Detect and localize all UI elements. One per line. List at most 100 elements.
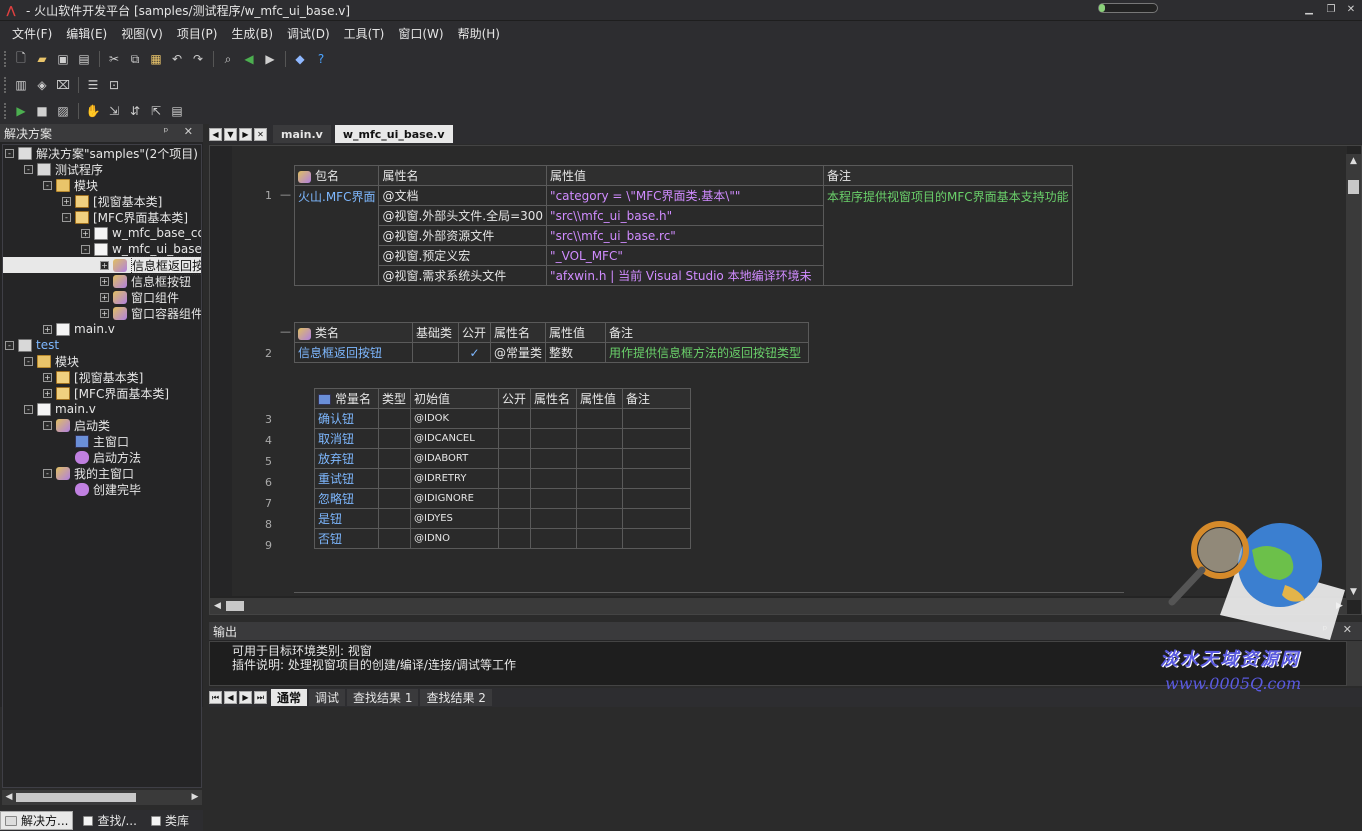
run-icon[interactable]: ▶ bbox=[11, 101, 31, 121]
class-table[interactable]: 类名 基础类 公开 属性名 属性值 备注 信息框返回按钮 ✓ @常量类 整数 用… bbox=[294, 322, 810, 363]
collapse-icon[interactable]: - bbox=[43, 420, 52, 430]
tab-scroll-left-icon[interactable]: ◀ bbox=[209, 127, 222, 141]
list-icon[interactable]: ☰ bbox=[83, 75, 103, 95]
step-out-icon[interactable]: ⇱ bbox=[146, 101, 166, 121]
expand-icon[interactable]: + bbox=[43, 388, 52, 398]
clean-icon[interactable]: ⌧ bbox=[53, 75, 73, 95]
expand-icon[interactable]: + bbox=[100, 276, 109, 286]
tree-hscrollbar[interactable]: ◀ ▶ bbox=[2, 790, 202, 805]
cut-icon[interactable]: ✂ bbox=[104, 49, 124, 69]
tab-last-icon[interactable]: ⏭ bbox=[254, 691, 267, 704]
menu-view[interactable]: 视图(V) bbox=[121, 25, 163, 42]
tree-node[interactable]: - test bbox=[3, 337, 201, 353]
tree-node[interactable]: 创建完毕 bbox=[3, 481, 201, 497]
book-icon[interactable]: ◆ bbox=[290, 49, 310, 69]
tree-node[interactable]: - main.v bbox=[3, 401, 201, 417]
tab-list-icon[interactable]: ▼ bbox=[224, 127, 237, 141]
panel-controls[interactable]: ᵖ ✕ bbox=[164, 125, 199, 138]
hand-icon[interactable]: ✋ bbox=[83, 101, 103, 121]
rebuild-icon[interactable]: ◈ bbox=[32, 75, 52, 95]
tree-node[interactable]: - 模块 bbox=[3, 353, 201, 369]
menu-edit[interactable]: 编辑(E) bbox=[66, 25, 107, 42]
step-into-icon[interactable]: ⇲ bbox=[104, 101, 124, 121]
tree-node[interactable]: - [MFC界面基本类] bbox=[3, 209, 201, 225]
minimize-button[interactable]: ▁ bbox=[1300, 3, 1318, 17]
tab-find-results-2[interactable]: 查找结果 2 bbox=[420, 689, 492, 706]
expand-icon[interactable]: + bbox=[43, 324, 52, 334]
public-checkbox[interactable]: ✓ bbox=[458, 342, 491, 363]
tree-node[interactable]: - 解决方案"samples"(2个项目) bbox=[3, 145, 201, 161]
tab-main-v[interactable]: main.v bbox=[273, 125, 331, 143]
expand-icon[interactable]: + bbox=[100, 292, 109, 302]
menu-debug[interactable]: 调试(D) bbox=[287, 25, 330, 42]
debug-window-icon[interactable]: ▨ bbox=[53, 101, 73, 121]
tab-solution[interactable]: 解决方... bbox=[0, 811, 74, 830]
expand-icon[interactable]: + bbox=[81, 228, 90, 238]
maximize-button[interactable]: ❐ bbox=[1322, 3, 1340, 17]
tab-w-mfc-ui-base[interactable]: w_mfc_ui_base.v bbox=[334, 125, 453, 143]
open-folder-icon[interactable]: ▰ bbox=[32, 49, 52, 69]
help-icon[interactable]: ? bbox=[311, 49, 331, 69]
collapse-icon[interactable]: - bbox=[5, 340, 14, 350]
menu-project[interactable]: 项目(P) bbox=[177, 25, 218, 42]
expand-icon[interactable]: + bbox=[100, 308, 109, 318]
step-over-icon[interactable]: ⇵ bbox=[125, 101, 145, 121]
collapse-icon[interactable]: - bbox=[43, 180, 52, 190]
tree-node[interactable]: + 窗口容器组件 bbox=[3, 305, 201, 321]
tab-scroll-right-icon[interactable]: ▶ bbox=[239, 127, 252, 141]
inspect-icon[interactable]: ⊡ bbox=[104, 75, 124, 95]
breakpoint-icon[interactable]: ▤ bbox=[167, 101, 187, 121]
close-tab-icon[interactable]: ✕ bbox=[254, 127, 267, 141]
tab-general[interactable]: 通常 bbox=[271, 689, 308, 706]
menu-window[interactable]: 窗口(W) bbox=[398, 25, 443, 42]
tab-find[interactable]: 查找/... bbox=[79, 811, 141, 830]
collapse-icon[interactable]: - bbox=[5, 148, 14, 158]
menu-file[interactable]: 文件(F) bbox=[12, 25, 52, 42]
collapse-icon[interactable]: - bbox=[81, 244, 90, 254]
menu-help[interactable]: 帮助(H) bbox=[458, 25, 500, 42]
collapse-icon[interactable]: - bbox=[24, 404, 33, 414]
tree-node[interactable]: 主窗口 bbox=[3, 433, 201, 449]
tree-node[interactable]: - 模块 bbox=[3, 177, 201, 193]
tree-node[interactable]: - 我的主窗口 bbox=[3, 465, 201, 481]
build-icon[interactable]: ▥ bbox=[11, 75, 31, 95]
tree-node[interactable]: + w_mfc_base_contro bbox=[3, 225, 201, 241]
collapse-icon[interactable]: - bbox=[24, 164, 33, 174]
tree-node[interactable]: +信息框返回按钮 bbox=[3, 255, 201, 275]
tree-node[interactable]: + 窗口组件 bbox=[3, 289, 201, 305]
paste-icon[interactable]: ▦ bbox=[146, 49, 166, 69]
undo-icon[interactable]: ↶ bbox=[167, 49, 187, 69]
tree-node[interactable]: + [视窗基本类] bbox=[3, 369, 201, 385]
collapse-icon[interactable]: - bbox=[43, 468, 52, 478]
tab-debug[interactable]: 调试 bbox=[309, 689, 346, 706]
new-file-icon[interactable]: 🗋 bbox=[11, 49, 31, 69]
expand-icon[interactable]: + bbox=[100, 260, 109, 270]
stop-icon[interactable]: ■ bbox=[32, 101, 52, 121]
expand-icon[interactable]: + bbox=[43, 372, 52, 382]
solution-tree[interactable]: - 解决方案"samples"(2个项目) - 测试程序 - 模块 + [视窗基本类] - [MF… bbox=[2, 144, 202, 788]
redo-icon[interactable]: ↷ bbox=[188, 49, 208, 69]
tree-node[interactable]: - 测试程序 bbox=[3, 161, 201, 177]
tree-node[interactable]: - 启动类 bbox=[3, 417, 201, 433]
tab-library[interactable]: 类库 bbox=[147, 811, 193, 830]
close-button[interactable]: ✕ bbox=[1342, 3, 1360, 17]
nav-forward-icon[interactable]: ▶ bbox=[260, 49, 280, 69]
constant-table[interactable]: 常量名 类型 初始值 公开 属性名 属性值 备注 确认钮 @IDOK 取消钮 @ID… bbox=[314, 388, 691, 549]
find-icon[interactable]: ⌕ bbox=[218, 49, 238, 69]
save-icon[interactable]: ▣ bbox=[53, 49, 73, 69]
save-all-icon[interactable]: ▤ bbox=[74, 49, 94, 69]
tree-node[interactable]: + [视窗基本类] bbox=[3, 193, 201, 209]
menu-tools[interactable]: 工具(T) bbox=[344, 25, 385, 42]
tab-prev-icon[interactable]: ◀ bbox=[224, 691, 237, 704]
collapse-icon[interactable]: - bbox=[62, 212, 71, 222]
tab-first-icon[interactable]: ⏮ bbox=[209, 691, 222, 704]
tab-find-results-1[interactable]: 查找结果 1 bbox=[347, 689, 419, 706]
menu-build[interactable]: 生成(B) bbox=[231, 25, 273, 42]
expand-icon[interactable]: + bbox=[62, 196, 71, 206]
tree-node[interactable]: + main.v bbox=[3, 321, 201, 337]
tree-node[interactable]: + [MFC界面基本类] bbox=[3, 385, 201, 401]
nav-back-icon[interactable]: ◀ bbox=[239, 49, 259, 69]
package-table[interactable]: 包名 属性名 属性值 备注 火山.MFC界面 @文档 "category = \… bbox=[293, 165, 1073, 286]
tab-next-icon[interactable]: ▶ bbox=[239, 691, 252, 704]
tree-node[interactable]: + 信息框按钮 bbox=[3, 273, 201, 289]
